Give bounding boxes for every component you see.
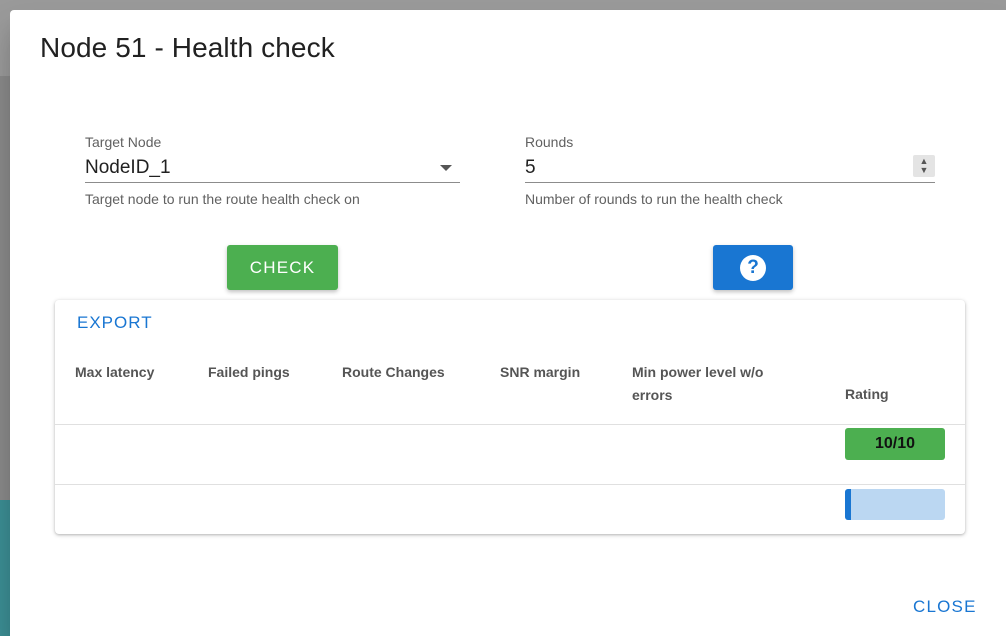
results-card: EXPORT Max latency Failed pings Route Ch… — [55, 300, 965, 534]
export-button[interactable]: EXPORT — [77, 313, 153, 333]
close-button[interactable]: CLOSE — [913, 597, 977, 617]
rounds-hint: Number of rounds to run the health check — [525, 191, 783, 207]
rating-progress-fill — [845, 489, 851, 520]
target-node-value: NodeID_1 — [85, 157, 171, 178]
spinner-down-icon[interactable]: ▼ — [920, 166, 929, 175]
check-button[interactable]: CHECK — [227, 245, 338, 290]
dialog-title: Node 51 - Health check — [40, 32, 335, 63]
target-node-select[interactable]: NodeID_1 — [85, 154, 460, 183]
header-max-latency: Max latency — [75, 364, 155, 380]
header-snr-margin: SNR margin — [500, 364, 581, 380]
table-divider — [55, 424, 965, 425]
header-rating: Rating — [845, 386, 889, 402]
target-node-label: Target Node — [85, 134, 162, 150]
rounds-input[interactable]: 5 ▲ ▼ — [525, 154, 935, 183]
rating-progress-bar — [845, 489, 945, 520]
target-node-field: Target Node NodeID_1 Target node to run … — [85, 134, 460, 207]
rounds-field: Rounds 5 ▲ ▼ Number of rounds to run the… — [525, 134, 935, 207]
header-min-power-level: Min power level w/o errors — [632, 364, 764, 403]
rounds-label: Rounds — [525, 134, 574, 150]
dropdown-arrow-icon[interactable] — [440, 165, 452, 171]
spinner-updown-icon[interactable]: ▲ ▼ — [913, 155, 935, 177]
rounds-value: 5 — [525, 157, 536, 178]
target-node-hint: Target node to run the route health chec… — [85, 191, 360, 207]
health-check-dialog: Node 51 - Health check Target Node NodeI… — [10, 10, 1006, 636]
table-divider — [55, 484, 965, 485]
header-failed-pings: Failed pings — [208, 364, 290, 380]
help-button[interactable]: ? — [713, 245, 793, 290]
rating-badge: 10/10 — [845, 428, 945, 460]
help-circle-icon: ? — [740, 254, 766, 281]
header-route-changes: Route Changes — [342, 364, 445, 380]
